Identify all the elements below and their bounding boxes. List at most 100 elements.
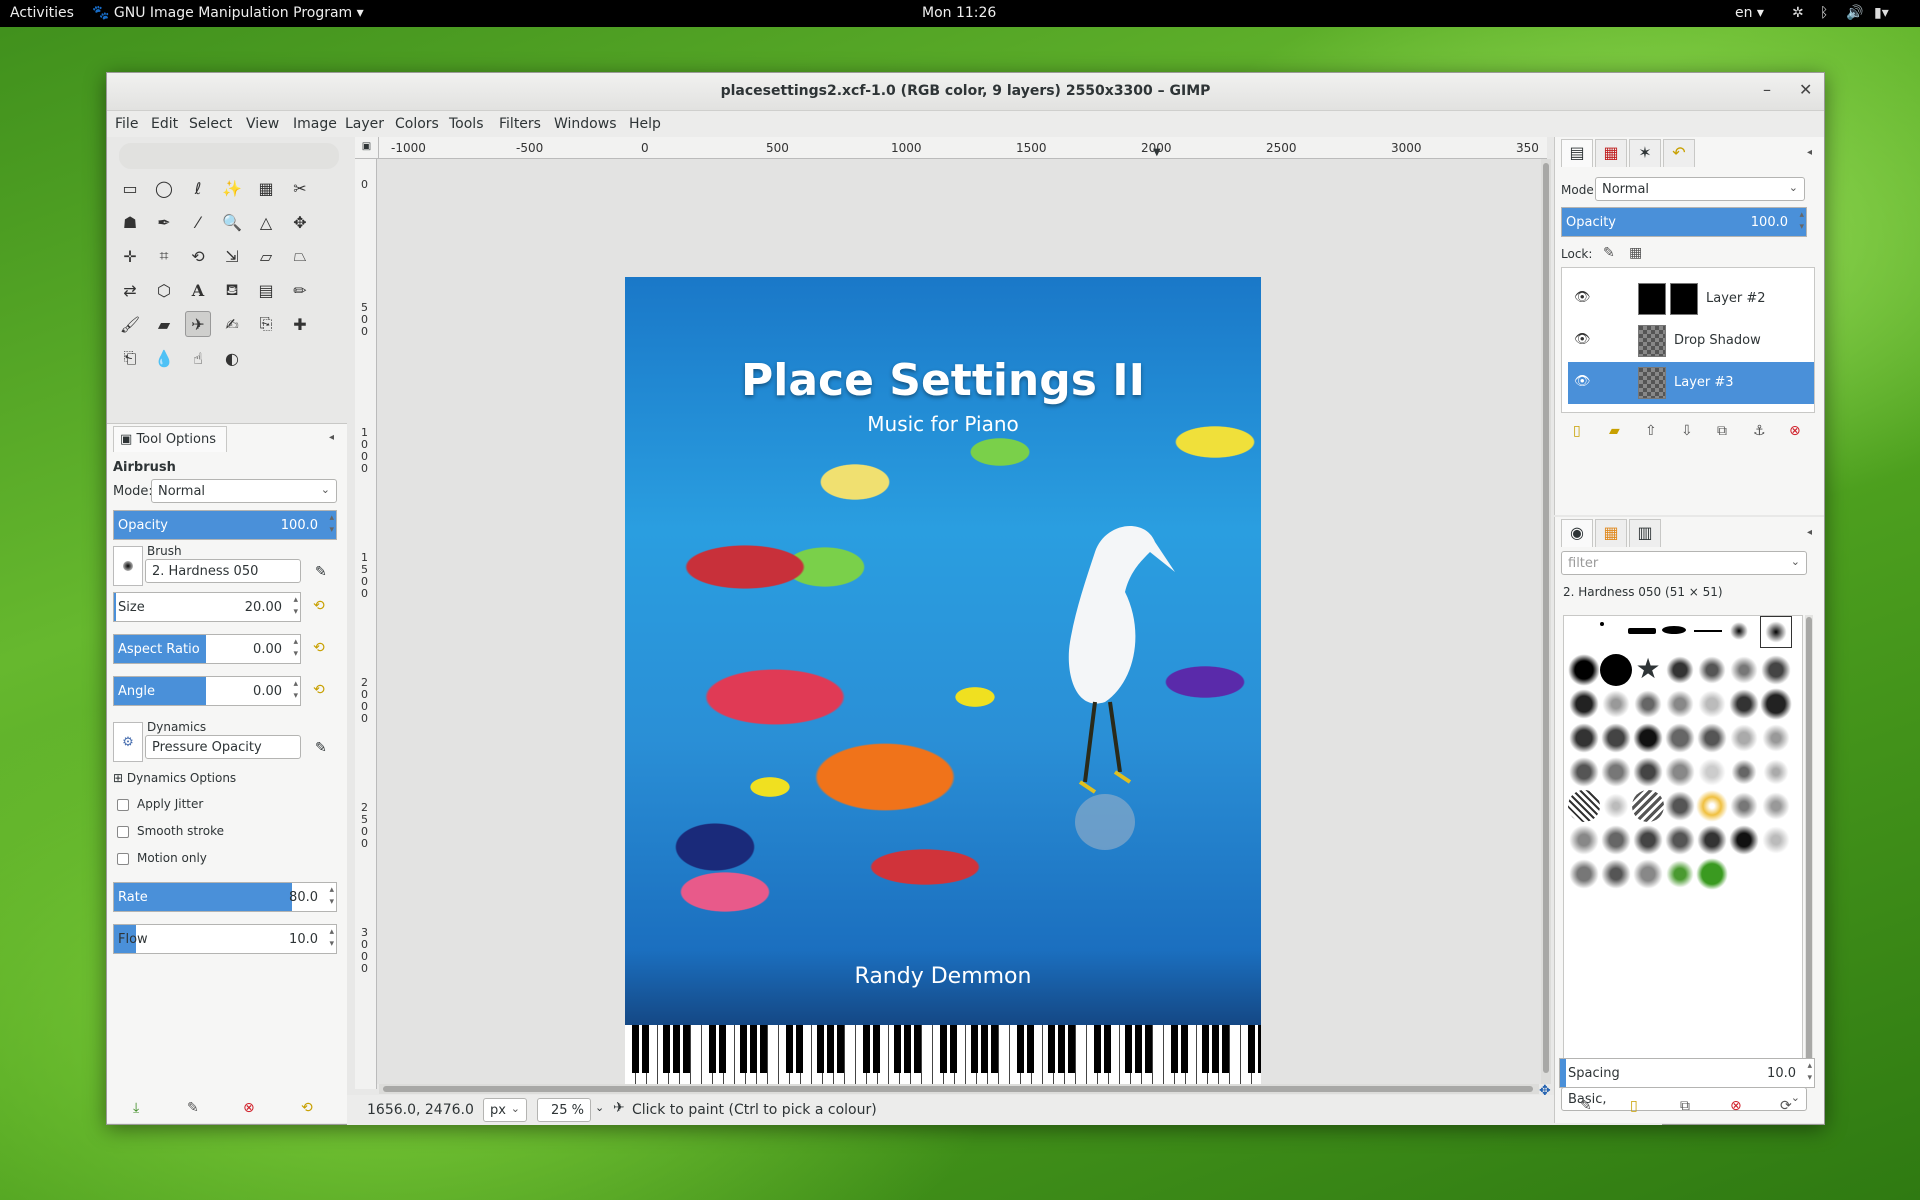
brush-thumb[interactable] — [1696, 756, 1728, 788]
rect-select-tool-icon[interactable]: ▭ — [117, 175, 143, 201]
eraser-tool-icon[interactable]: ▰ — [151, 311, 177, 337]
brush-thumb[interactable] — [1568, 722, 1600, 754]
brush-thumb[interactable] — [1664, 824, 1696, 856]
lower-layer-icon[interactable]: ⇩ — [1681, 423, 1693, 439]
shear-tool-icon[interactable]: ▱ — [253, 243, 279, 269]
brush-thumb[interactable] — [1664, 654, 1696, 686]
image-canvas[interactable]: Place Settings II Music for Piano Randy … — [377, 159, 1541, 1084]
new-layer-icon[interactable]: ▯ — [1573, 423, 1581, 439]
cage-transform-tool-icon[interactable]: ⬡ — [151, 277, 177, 303]
menu-filters[interactable]: Filters — [499, 116, 541, 132]
brush-thumb[interactable] — [1568, 858, 1600, 890]
brush-thumb[interactable] — [1728, 688, 1760, 720]
vine-brush-icon[interactable] — [1664, 858, 1696, 890]
brush-thumb[interactable] — [1600, 858, 1632, 890]
reset-angle-icon[interactable]: ⟲ — [313, 682, 329, 698]
vertical-scrollbar[interactable] — [1541, 159, 1551, 1084]
spin-arrows-icon[interactable]: ▴ ▾ — [329, 884, 334, 908]
brush-thumb[interactable] — [1600, 790, 1632, 822]
new-layer-group-icon[interactable]: ▰ — [1609, 423, 1620, 439]
layer-name[interactable]: Layer #3 — [1674, 375, 1734, 390]
menu-view[interactable]: View — [246, 116, 279, 132]
menu-tools[interactable]: Tools — [449, 116, 484, 132]
layer-mode-select[interactable]: Normal ⌄ — [1595, 177, 1805, 201]
tab-patterns[interactable]: ▦ — [1595, 519, 1627, 547]
brush-thumb[interactable] — [1600, 654, 1632, 686]
app-menu[interactable]: 🐾 GNU Image Manipulation Program ▾ — [92, 5, 364, 21]
brush-filter-field[interactable]: filter ⌄ — [1561, 551, 1807, 575]
duplicate-brush-icon[interactable]: ⧉ — [1680, 1098, 1690, 1114]
dynamics-name-field[interactable]: Pressure Opacity — [145, 735, 301, 759]
unit-select[interactable]: px ⌄ — [483, 1098, 527, 1122]
rate-slider[interactable]: Rate 80.0 ▴ ▾ — [113, 882, 337, 912]
delete-brush-icon[interactable]: ⊗ — [1730, 1098, 1742, 1114]
flow-slider[interactable]: Flow 10.0 ▴ ▾ — [113, 924, 337, 954]
brush-thumb[interactable] — [1728, 824, 1760, 856]
brush-thumb[interactable] — [1730, 622, 1748, 640]
apply-jitter-checkbox[interactable] — [117, 799, 129, 811]
layer-list[interactable]: 👁 Layer #2 👁 Drop Shadow 👁 Layer #3 — [1561, 267, 1815, 413]
menu-image[interactable]: Image — [293, 116, 337, 132]
brush-thumb[interactable] — [1760, 790, 1792, 822]
blend-tool-icon[interactable]: ▤ — [253, 277, 279, 303]
brush-thumb[interactable] — [1696, 824, 1728, 856]
paintbrush-tool-icon[interactable]: 🖌 — [117, 311, 143, 337]
tab-undo-history[interactable]: ↶ — [1663, 139, 1695, 167]
select-by-color-tool-icon[interactable]: ▦ — [253, 175, 279, 201]
brush-grid[interactable]: ★ — [1563, 615, 1803, 1081]
align-tool-icon[interactable]: ✛ — [117, 243, 143, 269]
new-brush-icon[interactable]: ▯ — [1630, 1098, 1638, 1114]
motion-only-checkbox[interactable] — [117, 853, 129, 865]
lasso-tool-icon[interactable]: ℓ — [185, 175, 211, 201]
accessibility-icon[interactable]: ✲ — [1792, 5, 1804, 21]
wilber-drop-area[interactable] — [119, 143, 339, 169]
tab-layers[interactable]: ▤ — [1561, 139, 1593, 167]
bluetooth-icon[interactable]: ᛒ — [1820, 5, 1828, 21]
minimize-button[interactable]: – — [1763, 80, 1771, 99]
layer-row[interactable]: 👁 Drop Shadow — [1568, 320, 1814, 362]
menu-layer[interactable]: Layer — [345, 116, 384, 132]
aspect-ratio-slider[interactable]: Aspect Ratio 0.00 ▴ ▾ — [113, 634, 301, 664]
layer-name[interactable]: Drop Shadow — [1674, 333, 1761, 348]
volume-icon[interactable]: 🔊 — [1846, 5, 1863, 21]
opacity-slider[interactable]: Opacity 100.0 ▴ ▾ — [113, 510, 337, 540]
quickmask-corner-icon[interactable]: ▣ — [355, 137, 379, 159]
brush-thumb[interactable] — [1632, 756, 1664, 788]
brush-thumb[interactable] — [1600, 824, 1632, 856]
brush-thumb[interactable] — [1632, 858, 1664, 890]
zoom-field[interactable]: 25 % — [537, 1098, 591, 1122]
star-brush-icon[interactable]: ★ — [1632, 654, 1664, 686]
duplicate-layer-icon[interactable]: ⧉ — [1717, 423, 1727, 439]
brush-thumb[interactable] — [1628, 628, 1656, 634]
rotate-tool-icon[interactable]: ⟲ — [185, 243, 211, 269]
tab-brushes[interactable]: ◉ — [1561, 519, 1593, 547]
brush-thumb[interactable] — [1568, 688, 1600, 720]
spin-arrows-icon[interactable]: ▴ ▾ — [329, 512, 334, 536]
refresh-brushes-icon[interactable]: ⟳ — [1780, 1098, 1792, 1114]
brush-thumb[interactable] — [1568, 756, 1600, 788]
brush-thumb[interactable] — [1728, 756, 1760, 788]
smooth-stroke-checkbox[interactable] — [117, 826, 129, 838]
layer-row[interactable]: 👁 Layer #2 — [1568, 278, 1814, 320]
brush-thumb-selected[interactable] — [1760, 616, 1792, 648]
language-indicator[interactable]: en ▾ — [1735, 5, 1764, 21]
battery-icon[interactable]: ▮▾ — [1874, 5, 1889, 21]
brush-thumb[interactable] — [1664, 722, 1696, 754]
horizontal-ruler[interactable]: -1000 -500 0 500 1000 1500 2000 2500 300… — [379, 137, 1547, 159]
brush-thumb[interactable] — [1664, 756, 1696, 788]
brush-grid-scrollbar[interactable] — [1805, 615, 1813, 1081]
ink-tool-icon[interactable]: ✍ — [219, 311, 245, 337]
visibility-eye-icon[interactable]: 👁 — [1574, 374, 1591, 389]
brush-thumb[interactable] — [1568, 654, 1600, 686]
spacing-slider[interactable]: Spacing 10.0 ▴ ▾ — [1559, 1058, 1815, 1088]
perspective-clone-tool-icon[interactable]: ⎗ — [117, 345, 143, 371]
size-slider[interactable]: Size 20.00 ▴ ▾ — [113, 592, 301, 622]
configure-tab-icon[interactable]: ◂ — [1807, 147, 1812, 158]
brush-thumb[interactable] — [1600, 722, 1632, 754]
reset-size-icon[interactable]: ⟲ — [313, 598, 329, 614]
brush-thumb[interactable] — [1600, 688, 1632, 720]
blur-tool-icon[interactable]: 💧 — [151, 345, 177, 371]
pencil-tool-icon[interactable]: ✏ — [287, 277, 313, 303]
save-options-icon[interactable]: ⤓ — [133, 1100, 139, 1116]
crop-tool-icon[interactable]: ⌗ — [151, 243, 177, 269]
